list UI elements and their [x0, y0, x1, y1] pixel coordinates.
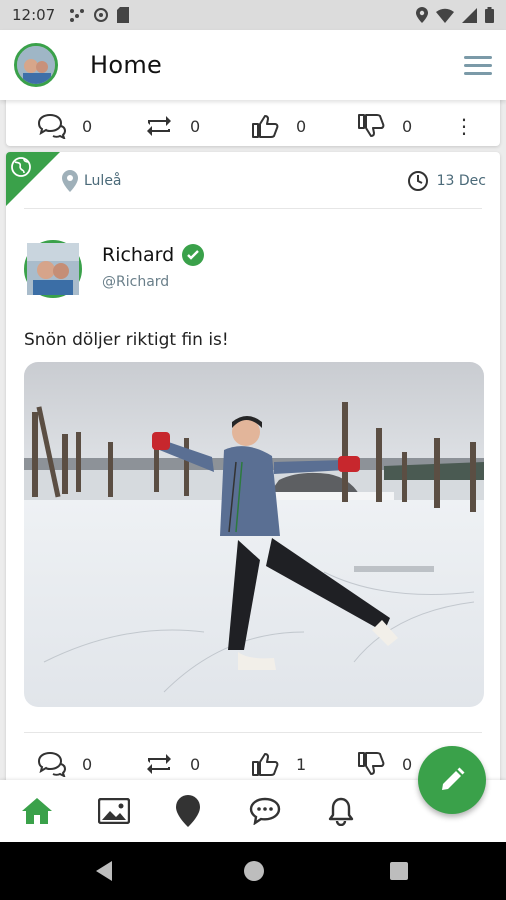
profile-avatar[interactable]: [14, 43, 58, 87]
ice-skater-photo: [24, 362, 484, 707]
post-date: 13 Dec: [407, 170, 486, 192]
pencil-icon: [442, 767, 465, 790]
repost-action[interactable]: 0: [144, 113, 200, 139]
compose-post-button[interactable]: [418, 746, 486, 814]
sd-card-icon: [117, 7, 130, 23]
like-count: 1: [296, 754, 307, 774]
image-icon: [98, 798, 130, 824]
author-name[interactable]: Richard: [102, 244, 205, 266]
date-label: 13 Dec: [436, 173, 486, 189]
like-action[interactable]: 0: [250, 113, 306, 139]
post-actions: 0 0 0 0 ⋮: [6, 108, 500, 144]
back-icon[interactable]: [96, 861, 112, 881]
comment-count: 0: [82, 116, 93, 136]
status-system-icons: [416, 7, 494, 23]
nav-gallery[interactable]: [97, 794, 131, 828]
post-card: Luleå 13 Dec Richard @Richard Snön dölje…: [6, 152, 500, 780]
location-icon: [416, 7, 428, 23]
thumbs-up-icon: [252, 753, 279, 776]
dislike-action[interactable]: 0: [356, 113, 412, 139]
bell-icon: [328, 797, 354, 826]
author-avatar-photo: [27, 243, 79, 295]
more-options-icon[interactable]: ⋮: [454, 114, 474, 138]
dislike-action[interactable]: 0: [356, 751, 412, 777]
nav-home[interactable]: [20, 794, 54, 828]
repost-count: 0: [190, 754, 201, 774]
app-bar: Home: [0, 30, 506, 100]
globe-icon: [11, 157, 31, 177]
status-notification-icons: [69, 7, 130, 23]
location-label: Luleå: [84, 173, 122, 189]
like-count: 0: [296, 116, 307, 136]
post-location[interactable]: Luleå: [62, 170, 122, 192]
verified-badge-icon: [182, 244, 205, 266]
comment-icon: [37, 113, 66, 139]
comment-icon: [37, 751, 66, 777]
network-dots-icon: [70, 9, 85, 22]
repost-action[interactable]: 0: [144, 751, 200, 777]
nav-notifications[interactable]: [324, 794, 358, 828]
divider: [24, 732, 482, 733]
menu-icon[interactable]: [464, 55, 492, 75]
comment-action[interactable]: 0: [36, 751, 92, 777]
author-name-label: Richard: [102, 244, 175, 266]
comment-action[interactable]: 0: [36, 113, 92, 139]
comment-count: 0: [82, 754, 93, 774]
map-pin-icon: [62, 170, 78, 192]
chat-icon: [249, 797, 281, 825]
home-icon: [22, 798, 52, 824]
clock-icon: [407, 171, 428, 191]
thumbs-down-icon: [358, 114, 385, 137]
like-action[interactable]: 1: [250, 751, 306, 777]
repost-icon: [147, 754, 171, 774]
status-time: 12:07: [12, 6, 56, 24]
divider: [24, 208, 482, 209]
post-card-previous: 0 0 0 0 ⋮: [6, 100, 500, 146]
author-avatar[interactable]: [24, 240, 82, 298]
post-text: Snön döljer riktigt fin is!: [24, 330, 229, 350]
feed[interactable]: 0 0 0 0 ⋮ Luleå 13 Dec Richard @Richard …: [0, 100, 506, 780]
wifi-icon: [436, 8, 454, 23]
home-circle-icon[interactable]: [244, 861, 264, 881]
system-nav-bar: [0, 842, 506, 900]
repost-count: 0: [190, 116, 201, 136]
dislike-count: 0: [402, 116, 413, 136]
page-title: Home: [90, 51, 163, 79]
nav-map[interactable]: [171, 794, 205, 828]
thumbs-up-icon: [252, 115, 279, 138]
at-sign-icon: [94, 8, 109, 22]
status-bar: 12:07: [0, 0, 506, 30]
signal-icon: [462, 7, 477, 23]
recent-apps-icon[interactable]: [390, 862, 408, 880]
repost-icon: [147, 116, 171, 136]
battery-icon: [485, 7, 494, 23]
map-pin-icon: [176, 795, 200, 827]
thumbs-down-icon: [358, 752, 385, 775]
author-handle[interactable]: @Richard: [102, 274, 169, 290]
nav-messages[interactable]: [248, 794, 282, 828]
avatar-photo: [17, 46, 55, 84]
dislike-count: 0: [402, 754, 413, 774]
post-image[interactable]: [24, 362, 484, 707]
